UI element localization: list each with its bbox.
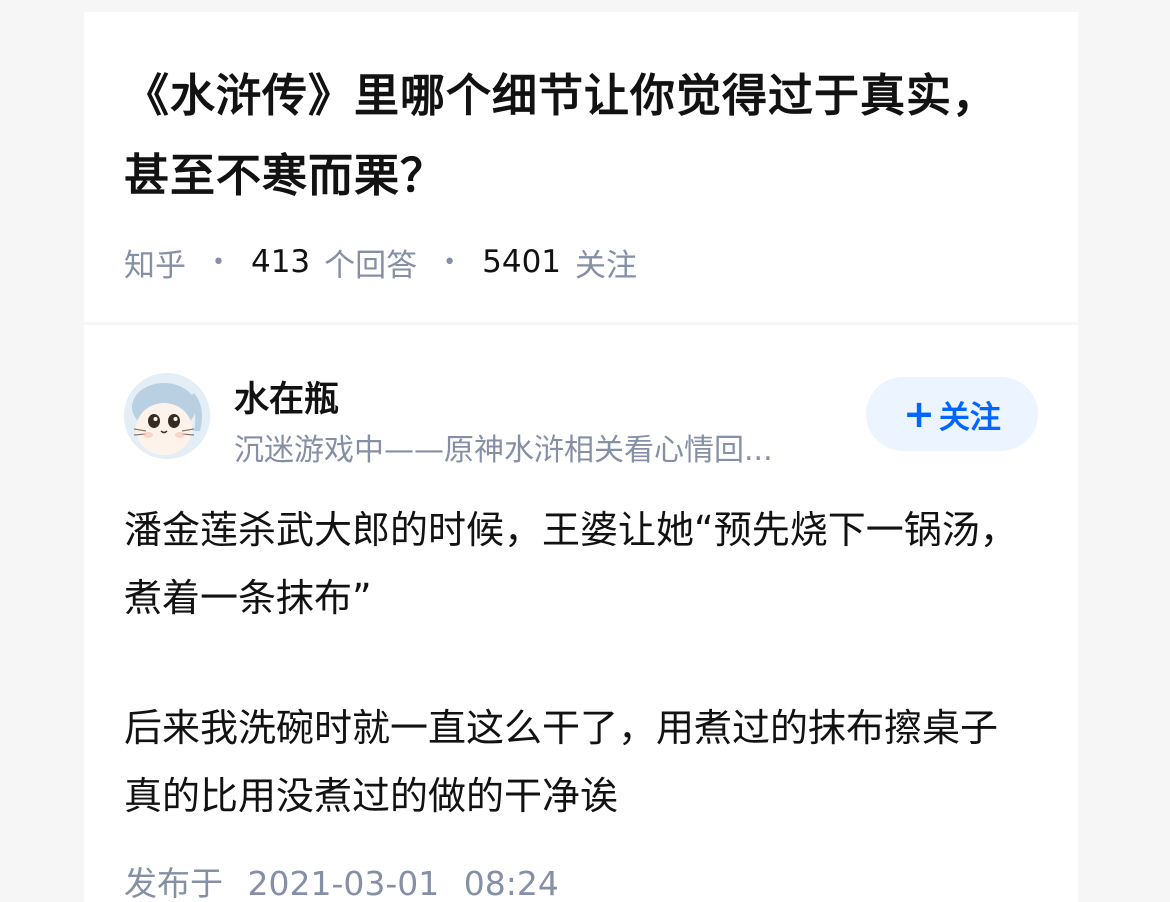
question-card[interactable]: 《水浒传》里哪个细节让你觉得过于真实，甚至不寒而栗？ 知乎 • 413 个回答 … <box>84 12 1078 322</box>
answer-count-label: 个回答 <box>324 247 418 284</box>
cat-avatar-icon <box>124 373 210 459</box>
question-meta: 知乎 • 413 个回答 • 5401 关注 <box>124 242 638 284</box>
follow-count: 5401 <box>482 244 562 280</box>
publish-clock: 08:24 <box>463 864 559 902</box>
question-title[interactable]: 《水浒传》里哪个细节让你觉得过于真实，甚至不寒而栗？ <box>124 56 1024 216</box>
page: 《水浒传》里哪个细节让你觉得过于真实，甚至不寒而栗？ 知乎 • 413 个回答 … <box>0 0 1170 902</box>
answer-content[interactable]: 潘金莲杀武大郎的时候，王婆让她“预先烧下一锅汤，煮着一条抹布” 后来我洗碗时就一… <box>124 496 1034 830</box>
source-label: 知乎 <box>124 247 186 284</box>
separator-dot: • <box>212 249 225 275</box>
plus-icon: + <box>903 392 935 436</box>
publish-prefix: 发布于 <box>124 864 223 902</box>
answer-card: 水在瓶 沉迷游戏中——原神水浒相关看心情回... + 关注 潘金莲杀武大郎的时候… <box>84 325 1078 902</box>
author-bio: 沉迷游戏中——原神水浒相关看心情回... <box>234 433 773 468</box>
follow-button[interactable]: + 关注 <box>866 377 1038 451</box>
separator-dot: • <box>443 249 457 275</box>
publish-date: 2021-03-01 <box>247 864 440 902</box>
avatar[interactable] <box>124 373 210 459</box>
answer-paragraph: 潘金莲杀武大郎的时候，王婆让她“预先烧下一锅汤，煮着一条抹布” <box>124 508 1018 620</box>
publish-time: 发布于 2021-03-01 08:24 <box>124 857 559 902</box>
follow-button-label: 关注 <box>938 399 1001 436</box>
follow-count-label: 关注 <box>575 247 638 284</box>
answer-count: 413 <box>250 244 311 280</box>
answer-paragraph: 后来我洗碗时就一直这么干了，用煮过的抹布擦桌子真的比用没煮过的做的干净诶 <box>124 706 999 818</box>
author-name[interactable]: 水在瓶 <box>234 371 339 422</box>
